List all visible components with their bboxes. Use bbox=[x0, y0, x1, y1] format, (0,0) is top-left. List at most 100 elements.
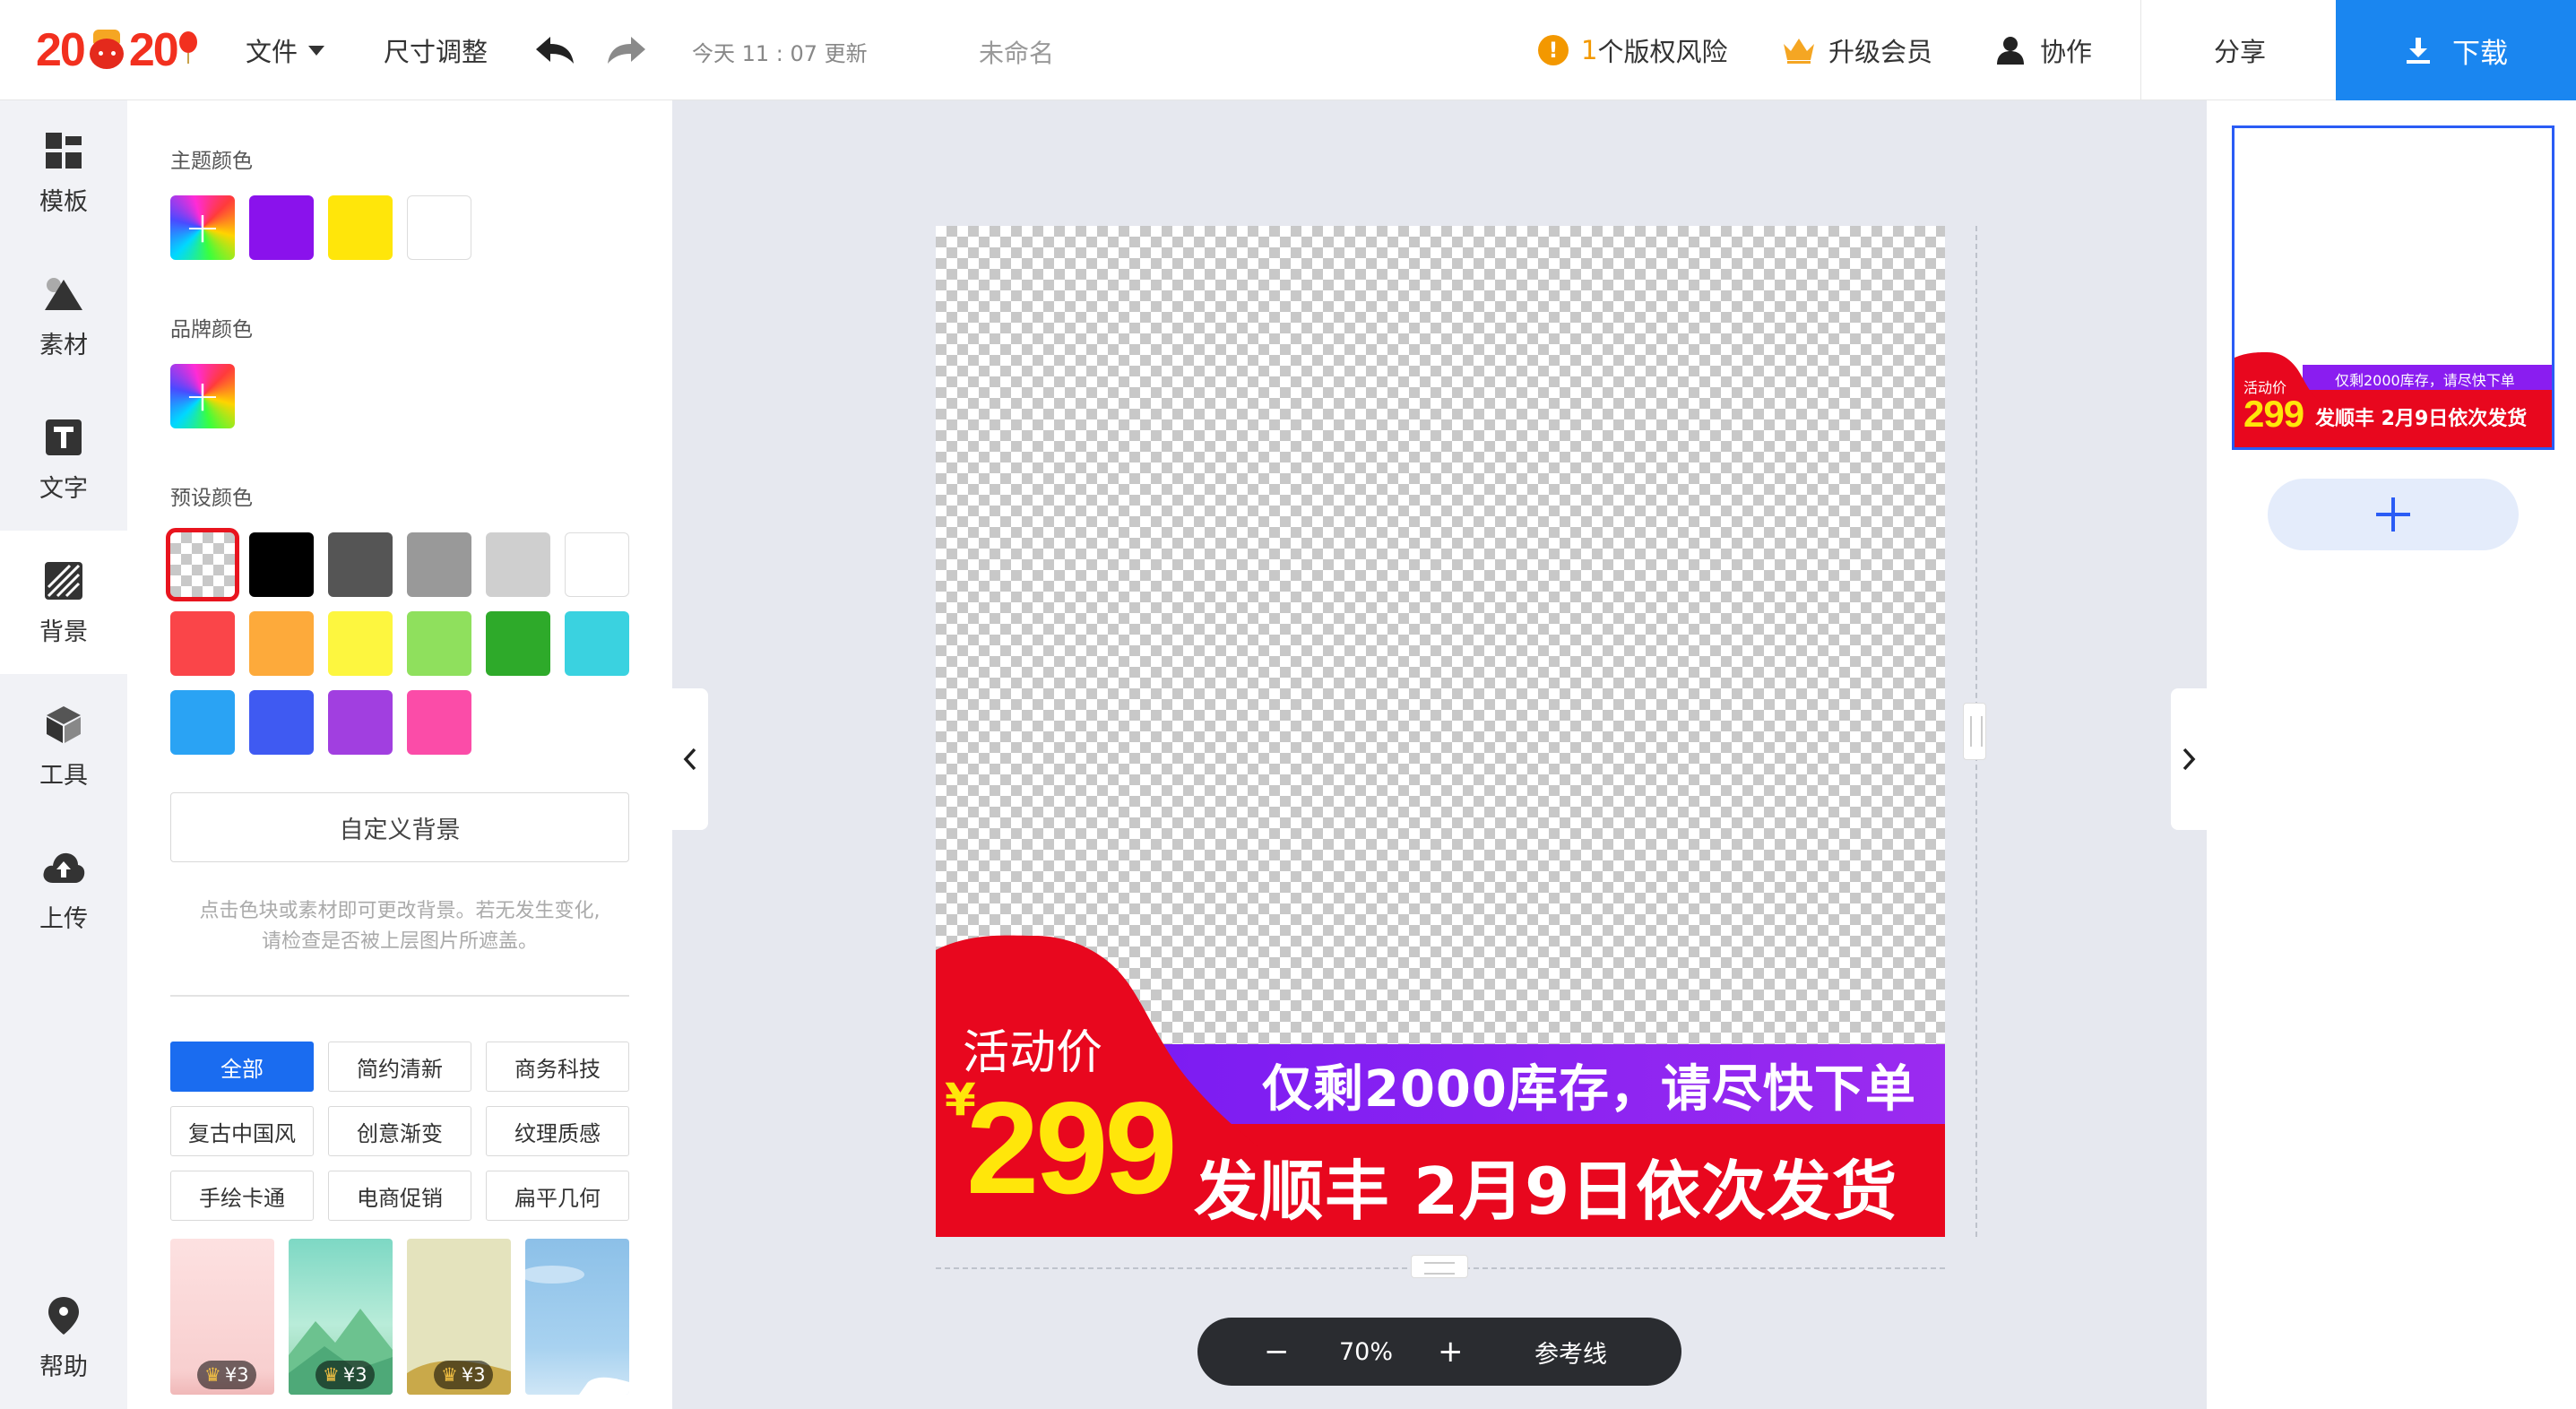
collapse-right-panel-button[interactable] bbox=[2171, 688, 2207, 830]
resize-button[interactable]: 尺寸调整 bbox=[384, 0, 488, 100]
crown-icon bbox=[1784, 39, 1814, 64]
background-thumbnail[interactable]: ♛ ¥3 bbox=[289, 1239, 393, 1395]
divider bbox=[2140, 0, 2141, 100]
redo-icon bbox=[608, 37, 645, 64]
style-tag[interactable]: 扁平几何 bbox=[486, 1171, 629, 1221]
style-tag[interactable]: 简约清新 bbox=[328, 1042, 471, 1092]
guides-toggle[interactable]: 参考线 bbox=[1534, 1335, 1607, 1370]
cloud-upload-icon bbox=[41, 845, 86, 890]
preset-color-swatch[interactable] bbox=[170, 690, 235, 755]
background-hint: 点击色块或素材即可更改背景。若无发生变化, 请检查是否被上层图片所遮盖。 bbox=[199, 900, 601, 953]
preset-color-swatch[interactable] bbox=[407, 690, 471, 755]
last-updated-text: 今天 11 : 07 更新 bbox=[692, 41, 868, 66]
nav-item-tools[interactable]: 工具 bbox=[0, 674, 127, 817]
background-thumbnail[interactable]: ♛ ¥3 bbox=[407, 1239, 511, 1395]
brand-color-title: 品牌颜色 bbox=[170, 318, 253, 341]
text-icon bbox=[41, 415, 86, 460]
nav-item-text[interactable]: 文字 bbox=[0, 387, 127, 531]
price-badge: ♛ ¥3 bbox=[197, 1361, 256, 1389]
theme-color-swatch[interactable] bbox=[328, 195, 393, 260]
undo-icon bbox=[536, 37, 574, 64]
nav-item-help[interactable]: 帮助 bbox=[0, 1266, 127, 1409]
collapse-left-panel-button[interactable] bbox=[672, 688, 708, 830]
nav-item-material[interactable]: 素材 bbox=[0, 244, 127, 387]
thumb-price: 299 bbox=[2243, 393, 2304, 435]
background-thumbnail[interactable] bbox=[525, 1239, 629, 1395]
preset-color-swatch[interactable] bbox=[407, 611, 471, 676]
thumb-line2: 发顺丰 2月9日依次发货 bbox=[2315, 408, 2528, 430]
zoom-out-button[interactable]: − bbox=[1264, 1334, 1290, 1370]
zoom-level[interactable]: 70% bbox=[1339, 1338, 1393, 1366]
theme-color-swatch[interactable] bbox=[249, 195, 314, 260]
theme-color-swatch[interactable] bbox=[407, 195, 471, 260]
background-thumbnail[interactable]: ♛ ¥3 bbox=[170, 1239, 274, 1395]
top-bar: 20 20 文件 尺寸调整 今天 11 : 07 更新 未命名 ! 1 个版权风… bbox=[0, 0, 2576, 100]
warning-icon: ! bbox=[1538, 35, 1569, 65]
preset-color-swatch[interactable] bbox=[328, 532, 393, 597]
download-icon bbox=[2407, 38, 2430, 64]
balloon-icon bbox=[178, 31, 197, 64]
shipping-notice-text[interactable]: 发顺丰 2月9日依次发货 bbox=[1194, 1138, 1897, 1232]
divider bbox=[170, 995, 629, 997]
template-grid-icon bbox=[41, 128, 86, 173]
share-button[interactable]: 分享 bbox=[2214, 0, 2266, 100]
nav-item-upload[interactable]: 上传 bbox=[0, 817, 127, 961]
preset-color-swatch[interactable] bbox=[565, 532, 629, 597]
resize-handle-bottom[interactable] bbox=[1411, 1255, 1468, 1278]
preset-color-swatch[interactable] bbox=[249, 690, 314, 755]
document-name[interactable]: 未命名 bbox=[979, 34, 1054, 70]
redo-button[interactable] bbox=[606, 0, 647, 100]
stock-notice-text[interactable]: 仅剩2000库存，请尽快下单 bbox=[1262, 1049, 1916, 1121]
thumb-line1: 仅剩2000库存，请尽快下单 bbox=[2335, 372, 2515, 389]
preset-color-swatch[interactable] bbox=[170, 611, 235, 676]
undo-button[interactable] bbox=[534, 0, 575, 100]
activity-price-label[interactable]: 活动价 bbox=[963, 1015, 1102, 1082]
download-button[interactable]: 下载 bbox=[2336, 0, 2576, 100]
add-page-button[interactable] bbox=[2268, 479, 2519, 550]
preset-color-swatch[interactable] bbox=[407, 532, 471, 597]
pages-panel: 活动价 299 仅剩2000库存，请尽快下单 发顺丰 2月9日依次发货 bbox=[2207, 100, 2576, 1409]
price-text[interactable]: 299 bbox=[966, 1083, 1178, 1214]
style-tag[interactable]: 创意渐变 bbox=[328, 1106, 471, 1156]
design-canvas[interactable]: 活动价 ¥ 299 仅剩2000库存，请尽快下单 发顺丰 2月9日依次发货 bbox=[936, 226, 1945, 1237]
file-menu[interactable]: 文件 bbox=[246, 0, 325, 100]
add-brand-color-button[interactable]: + bbox=[170, 364, 235, 428]
ox-mascot-icon bbox=[86, 30, 127, 71]
crown-icon: ♛ bbox=[204, 1364, 221, 1386]
preset-color-swatch[interactable] bbox=[565, 611, 629, 676]
nav-item-template[interactable]: 模板 bbox=[0, 100, 127, 244]
cloud-illustration bbox=[525, 1266, 629, 1395]
custom-background-button[interactable]: 自定义背景 bbox=[170, 792, 629, 862]
plus-icon: + bbox=[184, 371, 221, 421]
collaborate-button[interactable]: 协作 bbox=[1995, 0, 2092, 100]
preset-color-swatch[interactable] bbox=[328, 690, 393, 755]
add-theme-color-button[interactable]: + bbox=[170, 195, 235, 260]
preset-color-swatch[interactable] bbox=[486, 611, 550, 676]
preset-color-swatch[interactable] bbox=[249, 611, 314, 676]
background-icon bbox=[41, 558, 86, 603]
preset-color-swatch[interactable] bbox=[249, 532, 314, 597]
style-tag[interactable]: 复古中国风 bbox=[170, 1106, 314, 1156]
help-pin-icon bbox=[41, 1293, 86, 1338]
style-tag[interactable]: 电商促销 bbox=[328, 1171, 471, 1221]
crown-icon: ♛ bbox=[441, 1364, 458, 1386]
style-tag[interactable]: 纹理质感 bbox=[486, 1106, 629, 1156]
chevron-left-icon bbox=[683, 748, 696, 771]
preset-color-swatch[interactable] bbox=[486, 532, 550, 597]
zoom-in-button[interactable]: + bbox=[1438, 1334, 1464, 1370]
page-thumbnail[interactable]: 活动价 299 仅剩2000库存，请尽快下单 发顺丰 2月9日依次发货 bbox=[2232, 125, 2554, 450]
resize-handle-right[interactable] bbox=[1963, 703, 1986, 760]
style-tag[interactable]: 商务科技 bbox=[486, 1042, 629, 1092]
copyright-risk-button[interactable]: ! 1 个版权风险 bbox=[1538, 0, 1727, 100]
nav-item-background[interactable]: 背景 bbox=[0, 531, 127, 674]
style-tag[interactable]: 手绘卡通 bbox=[170, 1171, 314, 1221]
style-tag[interactable]: 全部 bbox=[170, 1042, 314, 1092]
preset-color-swatch[interactable] bbox=[328, 611, 393, 676]
price-badge: ♛ ¥3 bbox=[434, 1361, 493, 1389]
chevron-right-icon bbox=[2183, 748, 2196, 771]
upgrade-vip-button[interactable]: 升级会员 bbox=[1782, 0, 1932, 100]
user-icon bbox=[1997, 37, 2024, 65]
app-logo[interactable]: 20 20 bbox=[36, 23, 197, 77]
transparent-swatch[interactable] bbox=[166, 528, 239, 601]
theme-color-title: 主题颜色 bbox=[170, 150, 253, 173]
